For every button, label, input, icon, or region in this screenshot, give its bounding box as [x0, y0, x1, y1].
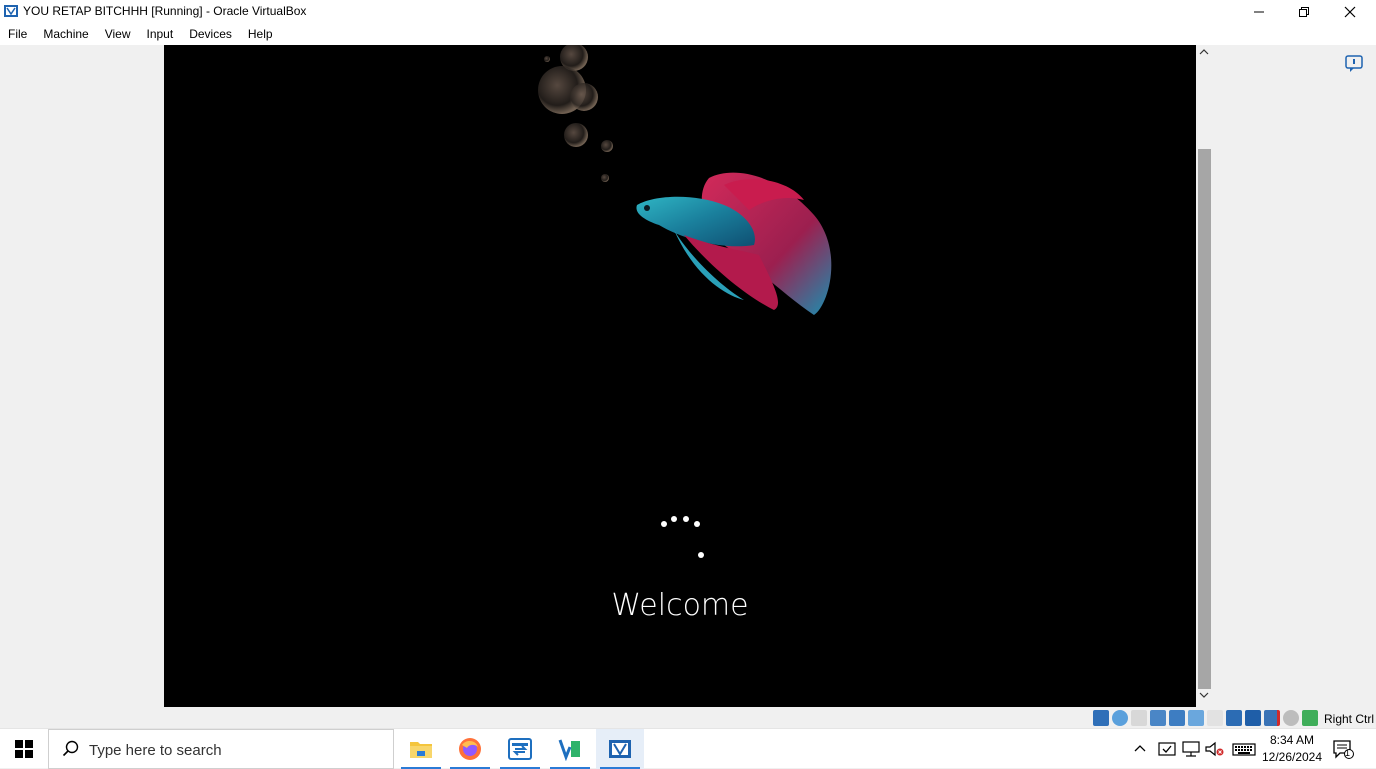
volume-muted-icon[interactable] [1204, 741, 1224, 757]
menu-input[interactable]: Input [139, 23, 182, 45]
taskbar-firefox[interactable] [446, 729, 494, 769]
firefox-icon [459, 738, 481, 760]
menu-view[interactable]: View [97, 23, 139, 45]
search-input[interactable]: Type here to search [48, 729, 394, 769]
action-center-icon [1333, 740, 1354, 759]
taskbar-remote-desktop[interactable] [496, 729, 544, 769]
hard-disk-icon[interactable] [1093, 710, 1109, 726]
network-icon[interactable] [1169, 710, 1185, 726]
guest-display[interactable]: Welcome [164, 45, 1196, 707]
cpu-icon[interactable] [1283, 710, 1299, 726]
taskbar-file-explorer[interactable] [397, 729, 445, 769]
notification-count: 1 [1345, 748, 1351, 758]
restore-icon [1299, 6, 1309, 17]
clock-date: 12/26/2024 [1261, 750, 1323, 764]
recording-icon[interactable] [1264, 710, 1280, 726]
usb-icon[interactable] [1188, 710, 1204, 726]
restore-button[interactable] [1281, 0, 1327, 23]
action-center-button[interactable]: 1 [1332, 739, 1356, 761]
network-status-icon[interactable] [1182, 741, 1200, 757]
system-tray [1132, 729, 1256, 769]
minimize-icon [1254, 11, 1264, 12]
file-explorer-icon [410, 742, 432, 758]
menu-help[interactable]: Help [240, 23, 281, 45]
menu-machine[interactable]: Machine [35, 23, 96, 45]
welcome-text: Welcome [611, 588, 749, 623]
status-icon-group [1093, 710, 1318, 726]
menu-bar: File Machine View Input Devices Help [0, 23, 1376, 45]
scrollbar-thumb[interactable] [1198, 149, 1211, 689]
scroll-down-arrow-icon[interactable] [1199, 691, 1209, 699]
host-key-label: Right Ctrl [1324, 712, 1375, 726]
windows-logo-icon [15, 740, 33, 758]
remote-desktop-icon [508, 738, 532, 760]
taskbar-vs-app[interactable] [546, 729, 594, 769]
floppy-icon[interactable] [1131, 710, 1147, 726]
shared-folders-icon[interactable] [1207, 710, 1223, 726]
virtualbox-icon [609, 740, 631, 758]
minimize-button[interactable] [1236, 0, 1282, 23]
virtualbox-icon [4, 5, 18, 17]
title-bar[interactable]: YOU RETAP BITCHHH [Running] - Oracle Vir… [0, 0, 1376, 23]
clock-time: 8:34 AM [1269, 733, 1315, 747]
keyboard-icon[interactable] [1232, 741, 1256, 757]
audio-icon[interactable] [1150, 710, 1166, 726]
start-button[interactable] [0, 729, 48, 769]
taskbar-clock[interactable]: 8:34 AM 12/26/2024 [1256, 732, 1328, 766]
virtualbox-status-bar: Right Ctrl [0, 709, 1376, 728]
taskbar-virtualbox[interactable] [596, 729, 644, 769]
vs-app-icon [558, 739, 580, 761]
search-icon [62, 740, 79, 757]
menu-file[interactable]: File [0, 23, 35, 45]
search-placeholder: Type here to search [89, 742, 222, 759]
close-icon [1344, 6, 1356, 17]
security-center-icon[interactable] [1158, 741, 1176, 757]
mouse-integration-icon[interactable] [1302, 710, 1318, 726]
windows-taskbar: Type here to search 8:34 AM 12/26/2024 1 [0, 728, 1376, 769]
vertical-scrollbar[interactable] [1196, 45, 1213, 707]
display-icon[interactable] [1226, 710, 1242, 726]
menu-devices[interactable]: Devices [181, 23, 240, 45]
chevron-up-icon[interactable] [1132, 741, 1148, 757]
scroll-up-arrow-icon[interactable] [1199, 48, 1209, 56]
message-notification-icon[interactable] [1345, 55, 1363, 73]
close-button[interactable] [1327, 0, 1373, 23]
optical-drive-icon[interactable] [1112, 710, 1128, 726]
video-capture-icon[interactable] [1245, 710, 1261, 726]
window-title: YOU RETAP BITCHHH [Running] - Oracle Vir… [23, 4, 307, 18]
